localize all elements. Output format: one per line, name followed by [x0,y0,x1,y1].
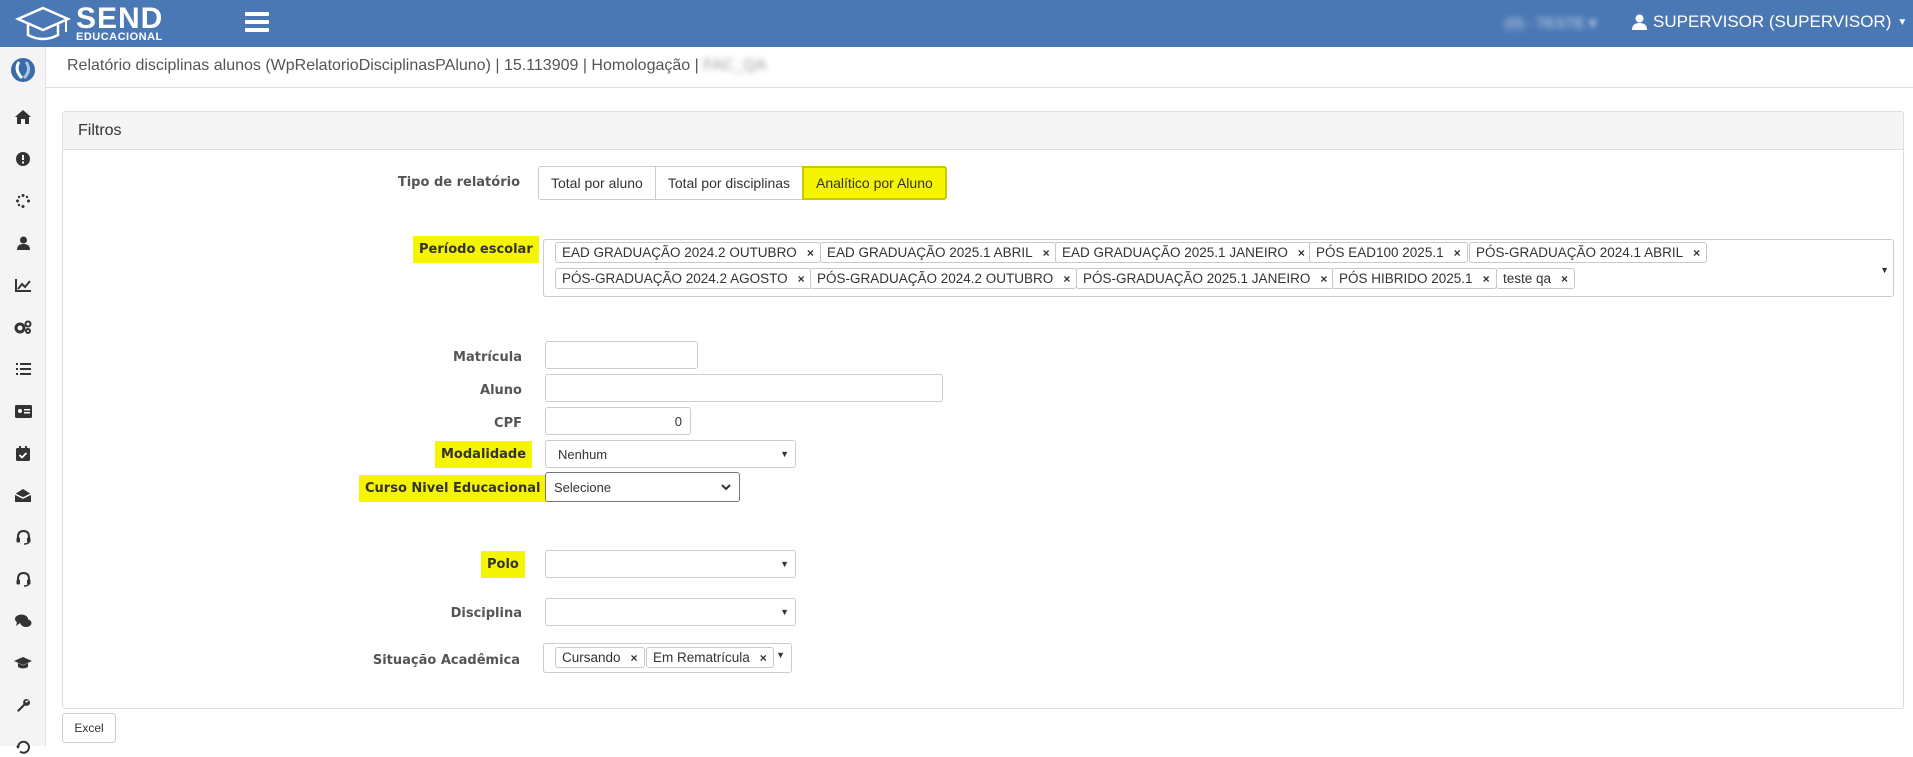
modalidade-value: Nenhum [558,446,608,462]
remove-chip-icon[interactable]: × [1483,272,1490,286]
remove-chip-icon[interactable]: × [1043,246,1050,260]
dropdown-caret-icon: ▼ [780,449,789,459]
sidebar [0,47,46,754]
headset-icon[interactable] [13,569,33,589]
polo-label-wrap: Polo [481,551,525,578]
periodo-escolar-label: Período escolar [413,236,539,263]
periodo-chip: EAD GRADUAÇÃO 2025.1 ABRIL × [820,242,1057,263]
breadcrumb-text: Relatório disciplinas alunos (WpRelatori… [67,57,699,74]
chart-icon[interactable] [13,275,33,295]
curso-nivel-label-wrap: Curso Nivel Educacional [359,475,547,502]
list-icon[interactable] [13,359,33,379]
menu-toggle-icon[interactable] [245,12,269,34]
graduation-cap-icon[interactable] [13,653,33,673]
periodo-chip: PÓS-GRADUAÇÃO 2025.1 JANEIRO × [1076,268,1335,289]
divider [46,87,1913,88]
dropdown-caret-icon: ▼ [780,607,789,617]
matricula-input[interactable] [545,341,698,369]
total-por-disciplinas-button[interactable]: Total por disciplinas [654,166,804,200]
situacao-chip: Em Rematrícula × [646,647,774,668]
breadcrumb: Relatório disciplinas alunos (WpRelatori… [67,57,766,75]
curso-nivel-value: Selecione [554,479,612,495]
cpf-label: CPF [494,416,522,431]
headset-icon[interactable] [13,527,33,547]
user-menu[interactable]: SUPERVISOR (SUPERVISOR) ▼ [1632,12,1907,32]
aluno-label: Aluno [480,383,522,398]
chevron-down-icon [721,484,731,491]
remove-chip-icon[interactable]: × [1320,272,1327,286]
remove-chip-icon[interactable]: × [1454,246,1461,260]
calendar-check-icon[interactable] [13,443,33,463]
periodo-chip: EAD GRADUAÇÃO 2025.1 JANEIRO × [1055,242,1312,263]
modalidade-select[interactable]: Nenhum ▼ [545,440,796,468]
periodo-chip: PÓS EAD100 2025.1 × [1309,242,1468,263]
disciplina-select[interactable]: ▼ [545,598,796,626]
remove-chip-icon[interactable]: × [760,651,767,665]
filters-panel: Filtros [62,111,1904,709]
graduation-cap-logo-icon [14,6,72,41]
dropdown-caret-icon[interactable]: ▼ [1880,265,1889,275]
disciplina-label: Disciplina [450,606,522,621]
send-logo[interactable]: SEND EDUCACIONAL [14,4,184,44]
aluno-input[interactable] [545,374,943,402]
matricula-label: Matrícula [453,350,522,365]
spinner-icon[interactable] [13,191,33,211]
inbox-icon[interactable] [13,485,33,505]
periodo-chip: PÓS-GRADUAÇÃO 2024.2 OUTUBRO × [810,268,1078,289]
caret-down-icon: ▼ [1897,16,1908,28]
periodo-chip: PÓS HIBRIDO 2025.1 × [1332,268,1497,289]
polo-label: Polo [481,551,525,578]
periodo-chip: EAD GRADUAÇÃO 2024.2 OUTUBRO × [555,242,821,263]
analitico-por-aluno-button[interactable]: Analítico por Aluno [802,166,947,200]
curso-nivel-select[interactable]: Selecione [545,472,740,502]
excel-button[interactable]: Excel [62,713,116,743]
wrench-icon[interactable] [13,695,33,715]
situacao-label: Situação Acadêmica [372,653,520,668]
tipo-relatorio-group: Total por aluno Total por disciplinas An… [538,166,947,200]
dropdown-caret-icon: ▼ [780,559,789,569]
comments-icon[interactable] [13,611,33,631]
cpf-input[interactable]: 0 [545,407,691,435]
alert-icon[interactable] [13,149,33,169]
modalidade-label-wrap: Modalidade [435,441,533,468]
user-name: SUPERVISOR (SUPERVISOR) [1653,12,1892,31]
remove-chip-icon[interactable]: × [798,272,805,286]
curso-nivel-label: Curso Nivel Educacional [359,475,547,502]
id-card-icon[interactable] [13,401,33,421]
remove-chip-icon[interactable]: × [1561,272,1568,286]
user-icon[interactable] [13,233,33,253]
logo-text: SEND [76,2,164,35]
cogs-icon[interactable] [13,317,33,337]
situacao-chip: Cursando × [555,647,645,668]
remove-chip-icon[interactable]: × [631,651,638,665]
home-icon[interactable] [13,107,33,127]
periodo-chip: PÓS-GRADUAÇÃO 2024.2 AGOSTO × [555,268,812,289]
total-por-aluno-button[interactable]: Total por aluno [538,166,656,200]
app-logo-icon[interactable] [10,57,36,83]
tipo-relatorio-label: Tipo de relatório [397,175,520,190]
remove-chip-icon[interactable]: × [807,246,814,260]
remove-chip-icon[interactable]: × [1693,246,1700,260]
periodo-escolar-label-wrap: Período escolar [413,236,539,263]
history-icon[interactable] [13,737,33,757]
periodo-chip: PÓS-GRADUAÇÃO 2024.1 ABRIL × [1469,242,1708,263]
modalidade-label: Modalidade [435,441,533,468]
panel-title: Filtros [63,112,1903,150]
environment-selector[interactable]: (0) - TESTE ▾ [1505,14,1596,32]
periodo-chip: teste qa × [1496,268,1576,289]
top-navbar: SEND EDUCACIONAL (0) - TESTE ▾ SUPERVISO… [0,0,1913,47]
polo-select[interactable]: ▼ [545,550,796,578]
dropdown-caret-icon[interactable]: ▼ [776,650,785,660]
user-icon [1632,14,1647,30]
remove-chip-icon[interactable]: × [1298,246,1305,260]
situacao-multiselect[interactable]: Cursando × Em Rematrícula × ▼ [543,643,792,673]
logo-subtext: EDUCACIONAL [76,31,163,43]
breadcrumb-blurred: FAC_QA [703,57,767,74]
remove-chip-icon[interactable]: × [1063,272,1070,286]
periodo-escolar-multiselect[interactable]: EAD GRADUAÇÃO 2024.2 OUTUBRO × EAD GRADUA… [543,239,1894,297]
